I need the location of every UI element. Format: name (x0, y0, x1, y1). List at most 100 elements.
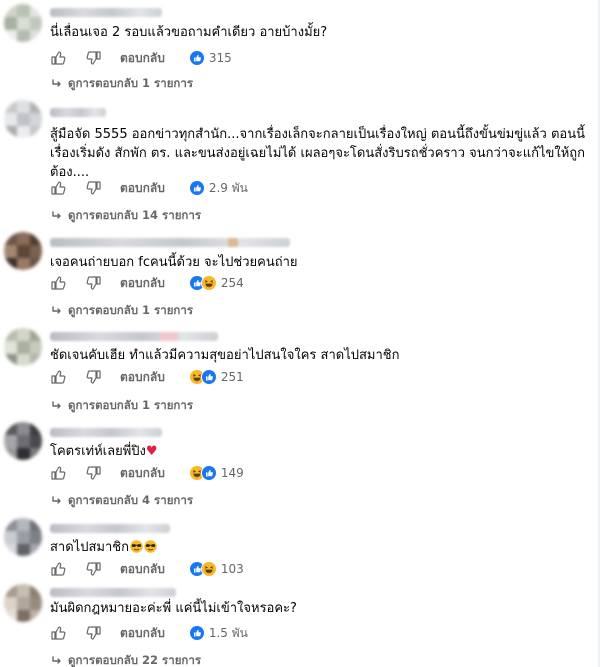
avatar-pixel (4, 258, 17, 270)
avatar-pixel (4, 100, 17, 113)
comment-actions: ตอบกลับ 254 (50, 273, 244, 293)
thumbs-down-icon[interactable] (86, 275, 102, 291)
avatar-pixel (17, 245, 30, 258)
avatar-pixel (17, 518, 30, 531)
reply-button[interactable]: ตอบกลับ (120, 464, 165, 483)
thumbs-down-icon[interactable] (86, 50, 102, 66)
avatar[interactable] (4, 4, 42, 42)
avatar-pixel (4, 30, 17, 42)
reaction-count: 254 (220, 276, 244, 290)
thumbs-down-icon[interactable] (86, 561, 102, 577)
reply-button[interactable]: ตอบกลับ (120, 368, 165, 387)
commenter-name-blurred[interactable] (50, 238, 290, 247)
avatar-pixel (17, 232, 30, 245)
reaction-count: 251 (220, 370, 244, 384)
like-reaction-icon (188, 180, 205, 196)
reply-button[interactable]: ตอบกลับ (120, 179, 165, 198)
thumbs-up-icon[interactable] (50, 561, 66, 577)
view-replies-label: ดูการตอบกลับ 4 รายการ (68, 493, 194, 507)
red-heart-emoji: ♥ (145, 444, 158, 459)
view-replies-label: ดูการตอบกลับ 1 รายการ (68, 303, 194, 317)
view-replies-label: ดูการตอบกลับ 22 รายการ (68, 653, 202, 667)
avatar[interactable] (4, 328, 42, 366)
avatar[interactable] (4, 232, 42, 270)
view-replies-link[interactable]: ดูการตอบกลับ 22 รายการ (50, 652, 201, 667)
reaction-count: 2.9 พัน (208, 180, 248, 195)
avatar-pixel (30, 531, 42, 544)
like-reaction-icon (200, 465, 217, 481)
commenter-name-blurred[interactable] (50, 588, 176, 597)
thumbs-up-icon[interactable] (50, 625, 66, 641)
avatar-pixel (17, 328, 30, 341)
reply-arrow-icon (50, 209, 64, 223)
reply-button[interactable]: ตอบกลับ (120, 560, 165, 579)
view-replies-label: ดูการตอบกลับ 1 รายการ (68, 76, 194, 90)
avatar-pixel (30, 258, 42, 270)
avatar[interactable] (4, 518, 42, 556)
comment-6: สาดไปสมาชิก ตอบกลับ 103 (0, 514, 600, 580)
commenter-name-blurred[interactable] (50, 108, 106, 117)
avatar-pixel (17, 597, 30, 610)
reactions-summary[interactable]: 149 (188, 465, 244, 481)
thumbs-up-icon[interactable] (50, 369, 66, 385)
avatar-pixel (17, 30, 30, 42)
commenter-name-blurred[interactable] (50, 428, 162, 437)
sunglasses-emoji (130, 540, 143, 553)
avatar-pixel (17, 531, 30, 544)
reaction-count: 315 (208, 51, 232, 65)
avatar-pixel (30, 17, 42, 30)
thumbs-down-icon[interactable] (86, 465, 102, 481)
comment-4: ชัดเจนคับเฮีย ทำแล้วมีความสุขอย่าไปสนใจใ… (0, 324, 600, 416)
reply-arrow-icon (50, 304, 64, 318)
view-replies-link[interactable]: ดูการตอบกลับ 14 รายการ (50, 207, 201, 225)
reactions-summary[interactable]: 315 (188, 50, 232, 66)
reaction-count: 103 (220, 562, 244, 576)
commenter-name-blurred[interactable] (50, 332, 218, 341)
thumbs-up-icon[interactable] (50, 180, 66, 196)
avatar-pixel (4, 422, 17, 435)
reactions-summary[interactable]: 251 (188, 369, 244, 385)
commenter-name-blurred[interactable] (50, 8, 162, 17)
avatar-pixel (30, 584, 42, 597)
thumbs-up-icon[interactable] (50, 50, 66, 66)
view-replies-link[interactable]: ดูการตอบกลับ 1 รายการ (50, 397, 193, 415)
reactions-summary[interactable]: 254 (188, 275, 244, 291)
commenter-name-blurred[interactable] (50, 524, 170, 533)
reactions-summary[interactable]: 103 (188, 561, 244, 577)
reply-button[interactable]: ตอบกลับ (120, 49, 165, 68)
avatar-pixel (17, 435, 30, 448)
reactions-summary[interactable]: 2.9 พัน (188, 179, 248, 198)
view-replies-link[interactable]: ดูการตอบกลับ 1 รายการ (50, 75, 193, 93)
avatar[interactable] (4, 100, 42, 138)
view-replies-link[interactable]: ดูการตอบกลับ 1 รายการ (50, 302, 193, 320)
thumbs-up-icon[interactable] (50, 465, 66, 481)
reply-arrow-icon (50, 77, 64, 91)
comment-2: สู้มือจัด 5555 ออกข่าวทุกสำนัก...จากเรื่… (0, 96, 600, 226)
avatar[interactable] (4, 584, 42, 622)
thumbs-down-icon[interactable] (86, 625, 102, 641)
view-replies-link[interactable]: ดูการตอบกลับ 4 รายการ (50, 492, 193, 510)
avatar[interactable] (4, 422, 42, 460)
avatar-pixel (4, 584, 17, 597)
avatar-pixel (17, 584, 30, 597)
avatar-pixel (17, 448, 30, 460)
reply-button[interactable]: ตอบกลับ (120, 624, 165, 643)
avatar-pixel (4, 245, 17, 258)
avatar-pixel (17, 17, 30, 30)
thumbs-down-icon[interactable] (86, 369, 102, 385)
comment-actions: ตอบกลับ 2.9 พัน (50, 178, 248, 198)
avatar-pixel (4, 341, 17, 354)
reactions-summary[interactable]: 1.5 พัน (188, 624, 248, 643)
sunglasses-emoji (144, 540, 157, 553)
comment-text-content: โคตรเท่ห์เลยพี่ปิง (50, 444, 146, 459)
avatar-pixel (30, 422, 42, 435)
reply-button[interactable]: ตอบกลับ (120, 274, 165, 293)
thumbs-down-icon[interactable] (86, 180, 102, 196)
avatar-pixel (30, 328, 42, 341)
thumbs-up-icon[interactable] (50, 275, 66, 291)
haha-reaction-icon (200, 275, 217, 291)
reply-arrow-icon (50, 654, 64, 667)
reply-arrow-icon (50, 399, 64, 413)
avatar-pixel (17, 544, 30, 556)
avatar-pixel (30, 597, 42, 610)
